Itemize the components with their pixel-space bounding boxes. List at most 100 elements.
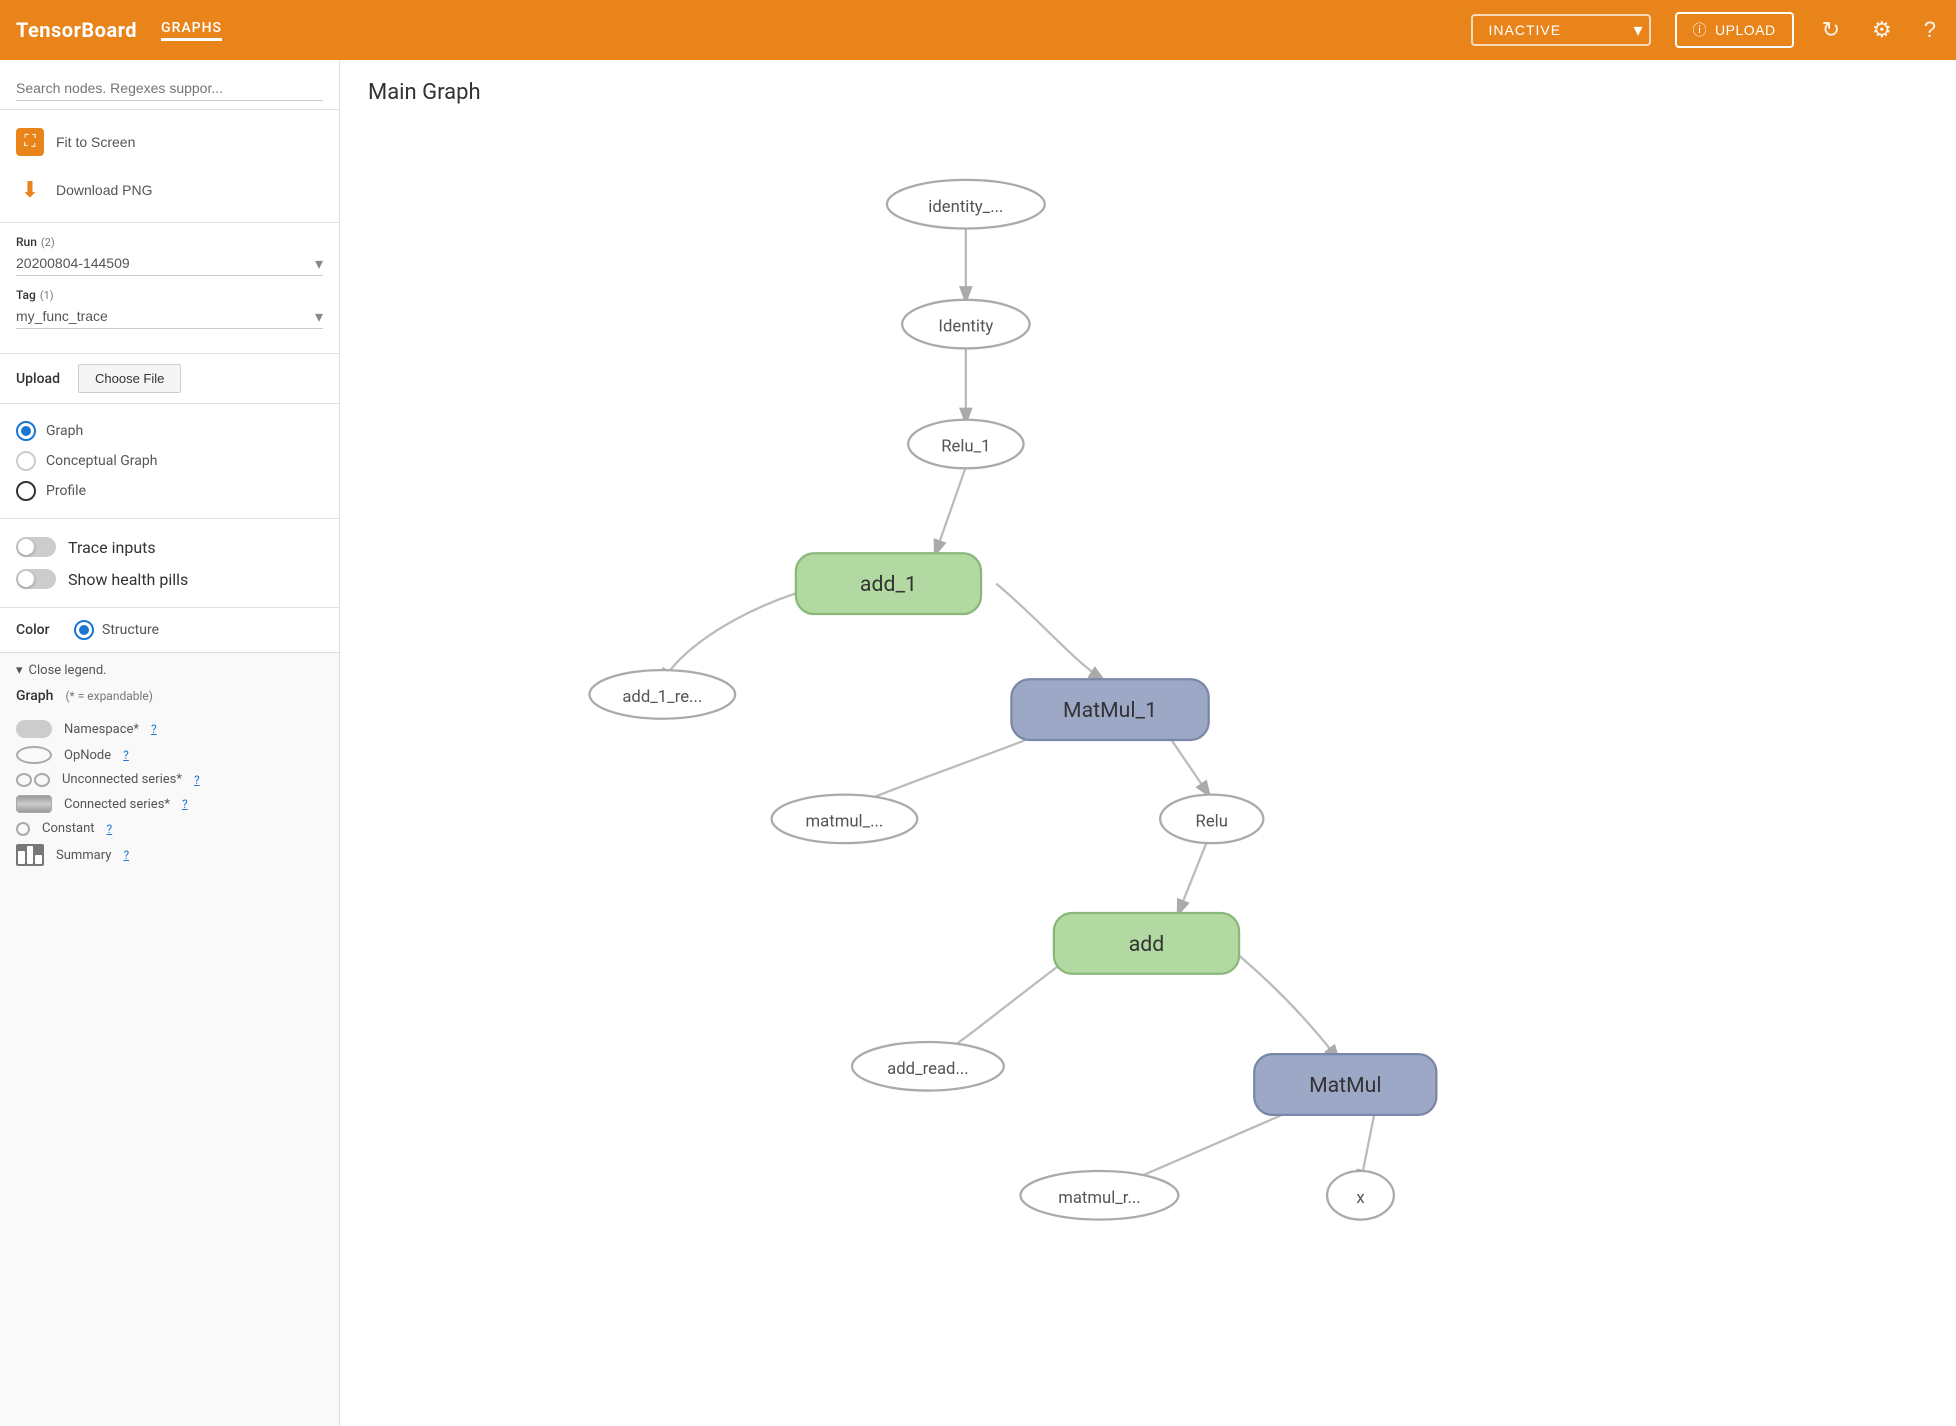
fit-to-screen-icon: ⛶ bbox=[16, 128, 44, 156]
radio-conceptual-label: Conceptual Graph bbox=[46, 453, 157, 469]
fit-to-screen-button[interactable]: ⛶ Fit to Screen bbox=[16, 118, 323, 166]
actions-section: ⛶ Fit to Screen ⬇ Download PNG bbox=[0, 110, 339, 223]
edge-relu1-to-add1 bbox=[936, 467, 966, 554]
tag-field: Tag (1) my_func_trace ▾ bbox=[16, 288, 323, 329]
node-addread-label: add_read... bbox=[887, 1060, 968, 1079]
legend-namespace-help[interactable]: ? bbox=[151, 722, 157, 736]
download-png-button[interactable]: ⬇ Download PNG bbox=[16, 166, 323, 214]
run-select[interactable]: 20200804-144509 bbox=[16, 251, 323, 276]
radio-profile-dot bbox=[16, 481, 36, 501]
legend-namespace-icon bbox=[16, 720, 52, 738]
tag-select-wrapper: my_func_trace ▾ bbox=[16, 304, 323, 329]
graphs-nav-label: GRAPHS bbox=[161, 20, 222, 36]
legend-unconnected-inner-2 bbox=[34, 773, 50, 787]
node-relu1-label: Relu_1 bbox=[941, 438, 990, 457]
node-add1re-label: add_1_re... bbox=[622, 688, 702, 707]
legend-unconnected-help[interactable]: ? bbox=[194, 773, 200, 787]
legend-summary-bar3 bbox=[35, 855, 42, 864]
tag-count: (1) bbox=[40, 289, 54, 302]
toggles-section: Trace inputs Show health pills bbox=[0, 519, 339, 608]
graph-area[interactable]: Main Graph bbox=[340, 60, 1956, 1426]
node-identity-label: Identity bbox=[938, 318, 993, 337]
legend-toggle[interactable]: ▾ Close legend. bbox=[16, 663, 323, 678]
legend-opnode-help[interactable]: ? bbox=[123, 748, 129, 762]
upload-button[interactable]: ⓘ UPLOAD bbox=[1675, 12, 1794, 48]
legend-toggle-label: Close legend. bbox=[29, 663, 107, 678]
node-matmul1-label: MatMul_1 bbox=[1063, 698, 1157, 723]
sidebar: ⛶ Fit to Screen ⬇ Download PNG Run (2) 2… bbox=[0, 60, 340, 1426]
legend-unconnected-icon bbox=[16, 773, 50, 787]
legend-opnode-icon bbox=[16, 746, 52, 764]
graph-svg[interactable]: add_1 MatMul_1 add MatMul identity_... I… bbox=[340, 60, 1956, 1426]
upload-label: Upload bbox=[16, 371, 66, 387]
refresh-button[interactable]: ↻ bbox=[1818, 13, 1844, 47]
node-add1-label: add_1 bbox=[860, 572, 917, 597]
legend-namespace-label: Namespace* bbox=[64, 722, 139, 737]
legend-graph-title: Graph bbox=[16, 688, 53, 704]
show-health-pills-toggle[interactable] bbox=[16, 569, 56, 589]
main-layout: ⛶ Fit to Screen ⬇ Download PNG Run (2) 2… bbox=[0, 60, 1956, 1426]
download-png-label: Download PNG bbox=[56, 182, 153, 198]
search-input[interactable] bbox=[16, 76, 323, 101]
legend-connected-icon bbox=[16, 795, 52, 813]
legend-connected-help[interactable]: ? bbox=[182, 797, 188, 811]
legend-connected-label: Connected series* bbox=[64, 797, 170, 812]
trace-inputs-toggle[interactable] bbox=[16, 537, 56, 557]
legend-opnode-label: OpNode bbox=[64, 748, 111, 763]
app-logo: TensorBoard bbox=[16, 18, 137, 42]
legend-summary-help[interactable]: ? bbox=[123, 848, 129, 862]
choose-file-button[interactable]: Choose File bbox=[78, 364, 181, 393]
search-section bbox=[0, 60, 339, 110]
color-label: Color bbox=[16, 622, 66, 638]
choose-file-label: Choose File bbox=[95, 371, 164, 386]
tag-label: Tag bbox=[16, 288, 36, 302]
graphs-nav[interactable]: GRAPHS bbox=[161, 20, 222, 41]
legend-unconnected-item: Unconnected series* ? bbox=[16, 772, 323, 787]
run-status-wrapper: INACTIVE ▾ bbox=[1471, 14, 1651, 46]
upload-info-icon: ⓘ bbox=[1693, 20, 1708, 40]
legend-connected-item: Connected series* ? bbox=[16, 795, 323, 813]
node-matmulr-label: matmul_r... bbox=[1058, 1189, 1140, 1208]
settings-button[interactable]: ⚙ bbox=[1868, 13, 1896, 47]
tag-select[interactable]: my_func_trace bbox=[16, 304, 323, 329]
trace-inputs-label: Trace inputs bbox=[68, 538, 156, 557]
legend-summary-bar2 bbox=[27, 846, 34, 864]
radio-profile-item[interactable]: Profile bbox=[16, 476, 323, 506]
trace-inputs-toggle-item: Trace inputs bbox=[16, 531, 323, 563]
radio-conceptual-item[interactable]: Conceptual Graph bbox=[16, 446, 323, 476]
node-matmul-small-label: matmul_... bbox=[806, 812, 884, 831]
help-button[interactable]: ? bbox=[1920, 13, 1940, 47]
fit-to-screen-label: Fit to Screen bbox=[56, 134, 135, 150]
legend-unconnected-label: Unconnected series* bbox=[62, 772, 182, 787]
node-identity-top-label: identity_... bbox=[928, 198, 1003, 217]
legend-constant-icon bbox=[16, 822, 30, 836]
show-health-pills-label: Show health pills bbox=[68, 570, 188, 589]
node-add-label: add bbox=[1129, 932, 1165, 957]
edge-add1-to-matmul1 bbox=[996, 584, 1102, 680]
run-select-wrapper: 20200804-144509 ▾ bbox=[16, 251, 323, 276]
legend-chevron-icon: ▾ bbox=[16, 663, 23, 678]
node-matmul-label: MatMul bbox=[1309, 1073, 1381, 1098]
upload-section: Upload Choose File bbox=[0, 354, 339, 404]
graph-title: Main Graph bbox=[368, 80, 481, 105]
color-structure-dot[interactable] bbox=[74, 620, 94, 640]
run-label: Run bbox=[16, 235, 37, 249]
color-structure-label: Structure bbox=[102, 622, 159, 638]
legend-constant-help[interactable]: ? bbox=[107, 822, 113, 836]
upload-button-label: UPLOAD bbox=[1715, 22, 1776, 38]
legend-unconnected-inner-1 bbox=[16, 773, 32, 787]
node-relu-label: Relu bbox=[1196, 812, 1228, 831]
legend-section: ▾ Close legend. Graph (* = expandable) N… bbox=[0, 653, 339, 1426]
run-section: Run (2) 20200804-144509 ▾ Tag (1) m bbox=[0, 223, 339, 354]
radio-profile-label: Profile bbox=[46, 483, 86, 499]
show-health-pills-toggle-item: Show health pills bbox=[16, 563, 323, 595]
legend-items: Namespace* ? OpNode ? Unconnected serie bbox=[16, 720, 323, 866]
download-icon: ⬇ bbox=[16, 176, 44, 204]
run-field: Run (2) 20200804-144509 ▾ bbox=[16, 235, 323, 276]
run-status-select[interactable]: INACTIVE bbox=[1471, 14, 1651, 46]
radio-graph-item[interactable]: Graph bbox=[16, 416, 323, 446]
edge-relu-to-add bbox=[1178, 837, 1208, 913]
legend-constant-label: Constant bbox=[42, 821, 95, 836]
radio-graph-dot bbox=[16, 421, 36, 441]
color-section: Color Structure bbox=[0, 608, 339, 653]
